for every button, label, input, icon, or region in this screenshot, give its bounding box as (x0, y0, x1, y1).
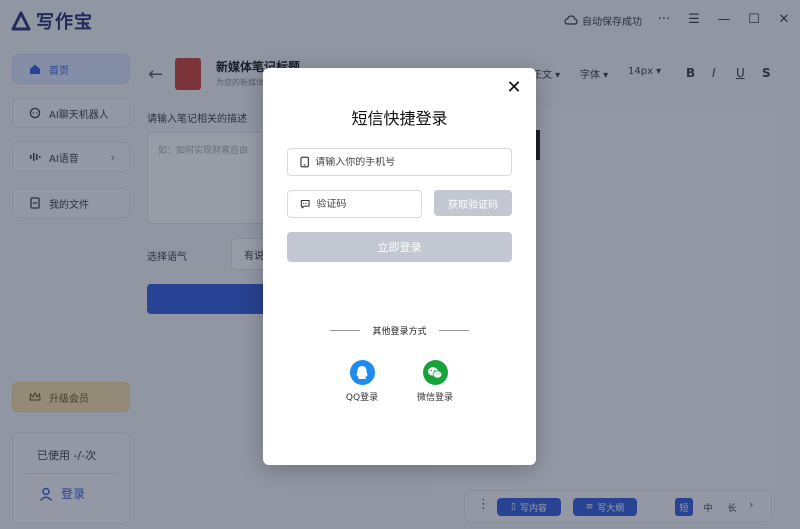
code-input[interactable] (316, 198, 421, 210)
modal-title: 短信快捷登录 (351, 109, 448, 128)
qq-icon (349, 360, 375, 385)
modal-close-button[interactable]: ✕ (504, 78, 524, 98)
phone-field[interactable] (287, 148, 512, 176)
wechat-login-button[interactable]: 微信登录 (410, 360, 460, 403)
message-icon (300, 200, 310, 209)
wechat-login-label: 微信登录 (416, 393, 453, 403)
qq-login-label: QQ登录 (345, 393, 379, 403)
get-code-button[interactable]: 获取验证码 (434, 190, 512, 216)
other-login-label: 其他登录方式 (372, 327, 427, 337)
phone-input[interactable] (315, 156, 511, 168)
wechat-icon (422, 360, 448, 385)
qq-login-button[interactable]: QQ登录 (337, 360, 387, 403)
divider-line (438, 330, 469, 331)
sms-login-modal: ✕ 短信快捷登录 获取验证码 立即登录 其他登录方式 QQ登录 微信登录 (263, 68, 536, 465)
code-field[interactable] (287, 190, 422, 218)
other-login-divider: 其他登录方式 (263, 324, 536, 337)
phone-icon (300, 156, 309, 168)
login-submit-button[interactable]: 立即登录 (287, 232, 512, 262)
divider-line (330, 330, 361, 331)
